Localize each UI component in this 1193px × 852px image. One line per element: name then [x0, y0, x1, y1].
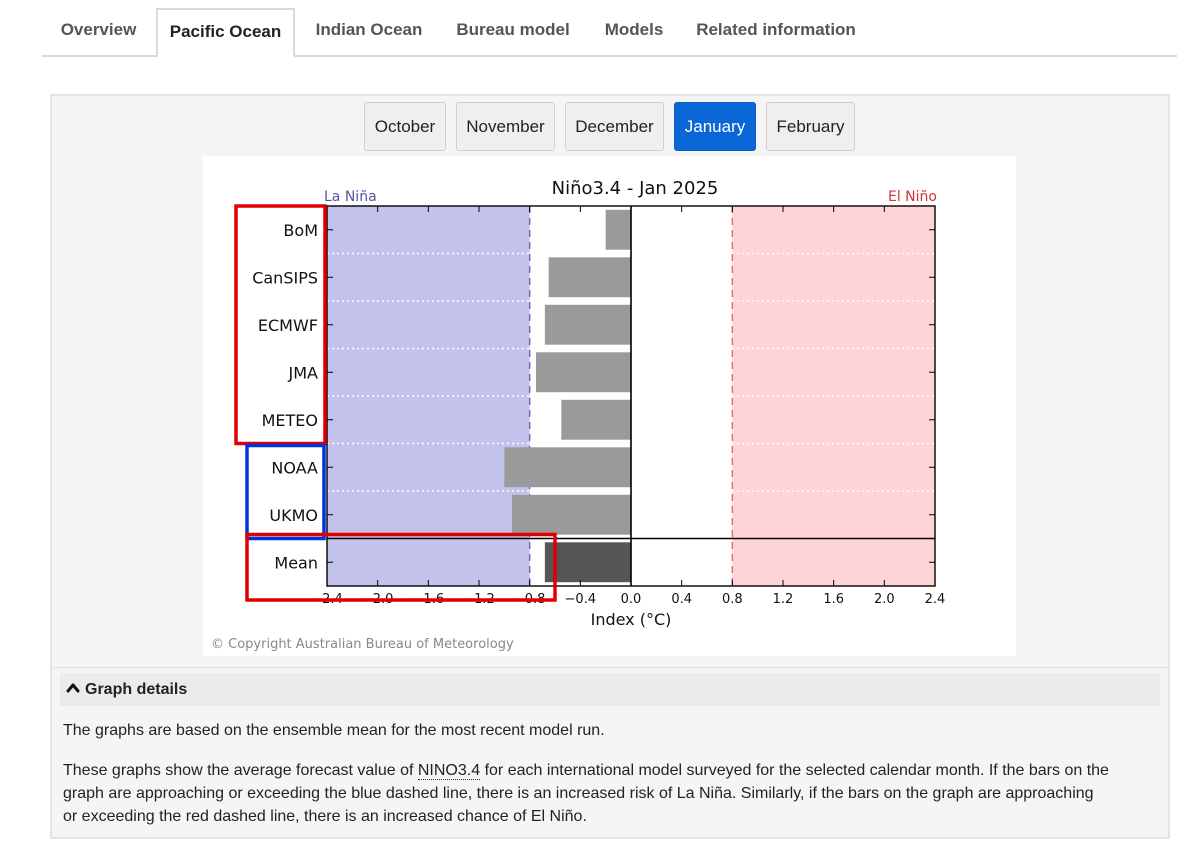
y-category-label: UKMO: [269, 506, 318, 525]
section-tabs: Overview Pacific Ocean Indian Ocean Bure…: [42, 8, 1177, 58]
x-tick-label: 2.0: [874, 592, 895, 607]
y-category-label: ECMWF: [258, 316, 318, 335]
chart-title: Niño3.4 - Jan 2025: [552, 178, 719, 199]
y-category-label: Mean: [274, 553, 318, 572]
el-nino-label: El Niño: [888, 189, 937, 205]
bar-jma: [536, 352, 631, 393]
chart-svg: −2.4 −2.0 −1.6 −1.2 −0.8 −0.4 0.0 0.4 0.8 1.2 1.6 2…: [211, 178, 946, 652]
y-category-label: METEO: [262, 411, 318, 430]
x-tick-label: −0.4: [565, 592, 597, 607]
bar-noaa: [504, 447, 631, 488]
x-tick-label: 1.2: [773, 592, 794, 607]
graph-details-heading: Graph details: [85, 681, 188, 698]
y-category-label: BoM: [283, 221, 318, 240]
tab-models[interactable]: Models: [590, 8, 678, 57]
la-nina-label: La Niña: [324, 189, 377, 205]
bar-bom: [605, 209, 631, 250]
tab-pacific-ocean[interactable]: Pacific Ocean: [156, 8, 295, 58]
tab-related-information[interactable]: Related information: [686, 8, 866, 57]
bar-meteo: [561, 399, 631, 440]
y-category-label: JMA: [288, 363, 319, 382]
graph-details-text-2: These graphs show the average forecast v…: [63, 759, 1163, 828]
chevron-up-icon: [66, 683, 80, 693]
tab-indian-ocean[interactable]: Indian Ocean: [301, 8, 437, 57]
graph-details-text-1: The graphs are based on the ensemble mea…: [63, 722, 605, 739]
x-tick-label: 1.6: [823, 592, 844, 607]
nino34-chart: −2.4 −2.0 −1.6 −1.2 −0.8 −0.4 0.0 0.4 0.8 1.2 1.6 2…: [203, 156, 1016, 656]
graph-details-text-2a: These graphs show the average forecast v…: [63, 762, 418, 779]
y-category-label: CanSIPS: [252, 268, 318, 287]
bar-ecmwf: [544, 304, 631, 345]
month-button-october[interactable]: October: [364, 102, 446, 151]
graph-details-toggle[interactable]: Graph details: [60, 673, 1160, 706]
y-category-label: NOAA: [271, 458, 318, 477]
x-axis-label: Index (°C): [591, 610, 672, 629]
x-tick-label: 0.8: [722, 592, 743, 607]
graph-details-text-2c: graph are approaching or exceeding the b…: [63, 785, 1094, 802]
copyright-text: © Copyright Australian Bureau of Meteoro…: [211, 637, 514, 652]
bar-mean: [544, 542, 631, 583]
nino34-abbreviation: NINO3.4: [417, 762, 481, 780]
bar-cansips: [548, 257, 631, 298]
month-button-november[interactable]: November: [456, 102, 555, 151]
tab-bureau-model[interactable]: Bureau model: [444, 8, 582, 57]
month-button-january[interactable]: January: [674, 102, 756, 151]
month-button-december[interactable]: December: [565, 102, 664, 151]
x-tick-label: 0.0: [621, 592, 642, 607]
graph-details-text-2b: for each international model surveyed fo…: [480, 762, 1109, 779]
tab-overview[interactable]: Overview: [42, 8, 155, 57]
x-tick-label: 0.4: [671, 592, 692, 607]
graph-details-text-2d: or exceeding the red dashed line, there …: [63, 808, 587, 825]
bar-ukmo: [511, 494, 631, 535]
x-tick-label: 2.4: [925, 592, 946, 607]
month-button-february[interactable]: February: [766, 102, 855, 151]
